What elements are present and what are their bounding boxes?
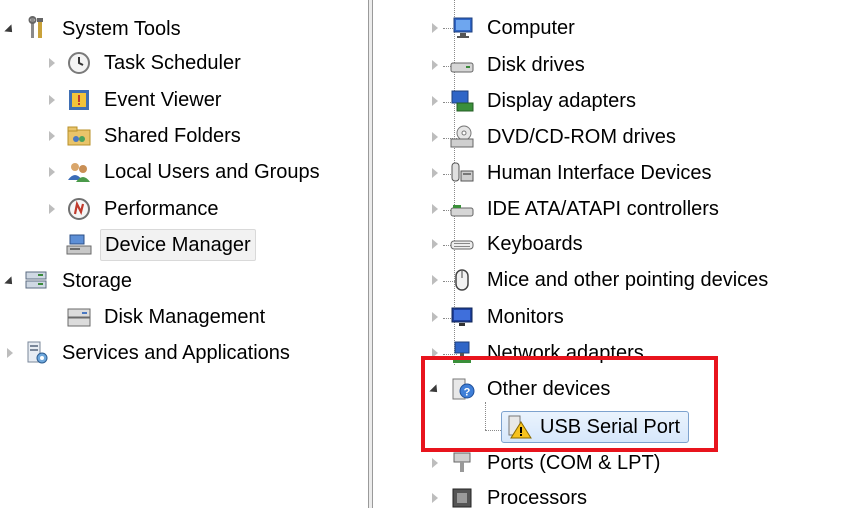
- expand-arrow-icon[interactable]: [427, 336, 443, 370]
- computer-icon: [449, 15, 475, 41]
- expand-arrow-icon[interactable]: [44, 83, 60, 117]
- tree-item-system-tools[interactable]: System Tools: [2, 12, 185, 46]
- tree-item-performance[interactable]: Performance: [44, 192, 223, 226]
- tree-item-disk-management[interactable]: Disk Management: [44, 300, 269, 334]
- tree-item-label: Shared Folders: [104, 125, 241, 147]
- selected-item-highlight: USB Serial Port: [501, 411, 690, 443]
- tree-item-storage[interactable]: Storage: [2, 264, 136, 298]
- device-category-computer[interactable]: Computer: [427, 11, 579, 45]
- device-tree-pane: Computer Disk drives Display adapters DV…: [373, 0, 845, 509]
- tree-item-local-users[interactable]: Local Users and Groups: [44, 155, 324, 189]
- monitor-icon: [449, 304, 475, 330]
- device-category-label: Monitors: [487, 306, 564, 328]
- device-category-label: Disk drives: [487, 54, 585, 76]
- mouse-icon: [449, 267, 475, 293]
- device-category-disk-drives[interactable]: Disk drives: [427, 48, 589, 82]
- tree-item-label: Disk Management: [104, 306, 266, 328]
- device-usb-serial-port[interactable]: USB Serial Port: [501, 410, 690, 444]
- expand-arrow-icon[interactable]: [427, 120, 443, 154]
- tree-item-device-manager[interactable]: Device Manager: [44, 228, 256, 262]
- expand-arrow-icon[interactable]: [427, 446, 443, 480]
- device-category-label: IDE ATA/ATAPI controllers: [487, 198, 719, 220]
- warning-device-icon: [506, 414, 532, 440]
- device-category-dvd[interactable]: DVD/CD-ROM drives: [427, 120, 680, 154]
- tree-item-label: Event Viewer: [104, 89, 222, 111]
- expand-arrow-icon[interactable]: [427, 192, 443, 226]
- users-icon: [66, 159, 92, 185]
- svg-text:?: ?: [464, 387, 471, 399]
- device-category-label: DVD/CD-ROM drives: [487, 126, 676, 148]
- tree-item-label: Services and Applications: [62, 342, 290, 364]
- ide-icon: [449, 196, 475, 222]
- tree-item-services-apps[interactable]: Services and Applications: [2, 336, 294, 370]
- display-adapter-icon: [449, 88, 475, 114]
- processor-icon: [449, 485, 475, 511]
- device-category-label: Keyboards: [487, 233, 583, 255]
- collapse-arrow-icon[interactable]: [2, 12, 18, 46]
- storage-icon: [24, 268, 50, 294]
- expand-arrow-icon[interactable]: [427, 227, 443, 261]
- expand-arrow-icon[interactable]: [427, 481, 443, 515]
- network-icon: [449, 340, 475, 366]
- event-viewer-icon: [66, 87, 92, 113]
- expand-arrow-icon[interactable]: [427, 263, 443, 297]
- services-icon: [24, 340, 50, 366]
- expand-arrow-icon[interactable]: [2, 336, 18, 370]
- device-label: USB Serial Port: [540, 416, 681, 438]
- device-category-other-devices[interactable]: ? Other devices: [427, 372, 614, 406]
- system-tools-icon: [24, 16, 50, 42]
- device-category-label: Mice and other pointing devices: [487, 269, 769, 291]
- tree-item-label: Local Users and Groups: [104, 161, 320, 183]
- device-category-monitors[interactable]: Monitors: [427, 300, 568, 334]
- unknown-device-icon: ?: [449, 376, 475, 402]
- device-category-label: Network adapters: [487, 342, 644, 364]
- tree-item-task-scheduler[interactable]: Task Scheduler: [44, 46, 245, 80]
- device-category-keyboards[interactable]: Keyboards: [427, 227, 587, 261]
- expand-arrow-icon[interactable]: [44, 119, 60, 153]
- device-category-label: Human Interface Devices: [487, 162, 712, 184]
- clock-icon: [66, 50, 92, 76]
- tree-item-label: Task Scheduler: [104, 52, 241, 74]
- tree-item-label: Performance: [104, 198, 219, 220]
- port-icon: [449, 450, 475, 476]
- device-category-label: Processors: [487, 487, 588, 509]
- device-category-display-adapters[interactable]: Display adapters: [427, 84, 640, 118]
- device-category-ports[interactable]: Ports (COM & LPT): [427, 446, 664, 480]
- shared-folders-icon: [66, 123, 92, 149]
- expand-arrow-icon[interactable]: [427, 48, 443, 82]
- tree-item-label: Storage: [62, 270, 133, 292]
- tree-item-label: System Tools: [62, 18, 181, 40]
- tree-item-event-viewer[interactable]: Event Viewer: [44, 83, 225, 117]
- expand-arrow-icon[interactable]: [44, 46, 60, 80]
- expand-arrow-icon[interactable]: [427, 84, 443, 118]
- device-category-processors[interactable]: Processors: [427, 481, 591, 515]
- device-category-label: Other devices: [487, 378, 611, 400]
- expand-arrow-icon[interactable]: [44, 155, 60, 189]
- performance-icon: [66, 196, 92, 222]
- device-category-label: Display adapters: [487, 90, 636, 112]
- expand-arrow-icon[interactable]: [427, 300, 443, 334]
- device-manager-icon: [66, 232, 92, 258]
- device-category-ide[interactable]: IDE ATA/ATAPI controllers: [427, 192, 723, 226]
- tree-item-label: Device Manager: [100, 229, 256, 261]
- disk-drive-icon: [449, 52, 475, 78]
- disk-management-icon: [66, 304, 92, 330]
- expand-arrow-icon[interactable]: [427, 11, 443, 45]
- device-category-label: Ports (COM & LPT): [487, 452, 661, 474]
- collapse-arrow-icon[interactable]: [427, 372, 443, 406]
- collapse-arrow-icon[interactable]: [2, 264, 18, 298]
- device-category-mice[interactable]: Mice and other pointing devices: [427, 263, 772, 297]
- device-category-hid[interactable]: Human Interface Devices: [427, 156, 716, 190]
- dvd-icon: [449, 124, 475, 150]
- console-tree-pane: System Tools Task Scheduler Event Viewer…: [0, 0, 368, 508]
- expand-arrow-icon[interactable]: [427, 156, 443, 190]
- expand-arrow-icon[interactable]: [44, 192, 60, 226]
- hid-icon: [449, 160, 475, 186]
- tree-item-shared-folders[interactable]: Shared Folders: [44, 119, 245, 153]
- device-category-label: Computer: [487, 17, 575, 39]
- device-category-network[interactable]: Network adapters: [427, 336, 648, 370]
- keyboard-icon: [449, 231, 475, 257]
